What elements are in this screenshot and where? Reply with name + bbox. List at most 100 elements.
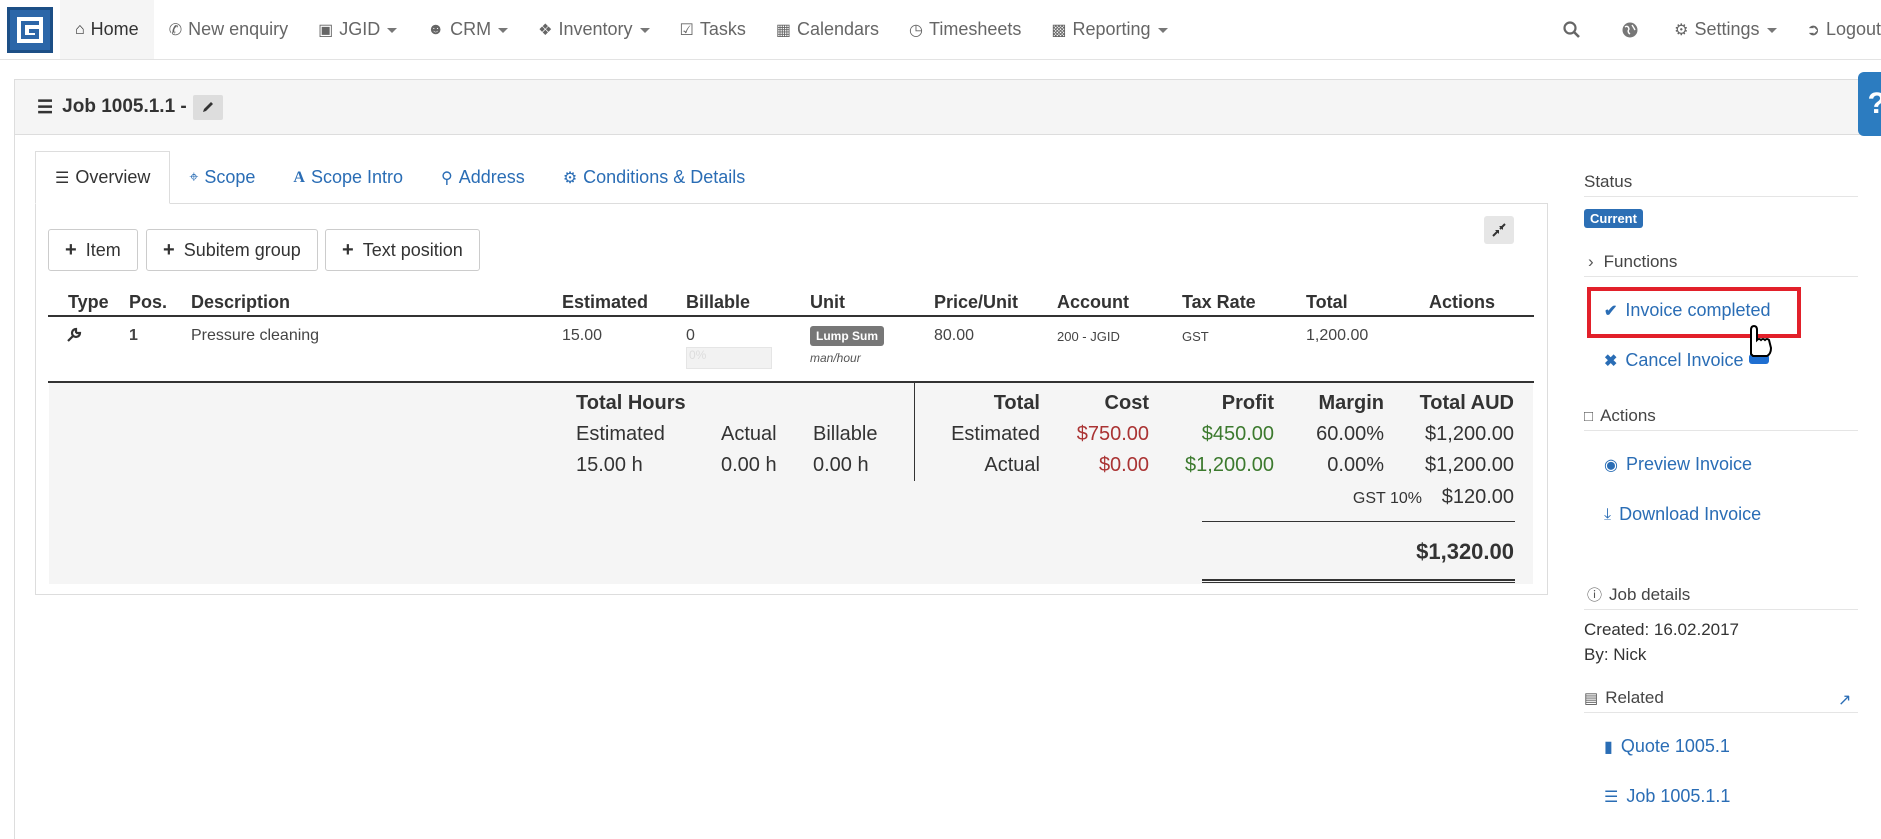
hours-label-actual: Actual	[721, 423, 777, 445]
col-billable: Billable	[686, 292, 751, 312]
nav-reporting[interactable]: ▩ Reporting	[1036, 0, 1182, 59]
grand-total-underline	[1202, 579, 1515, 583]
external-link-icon[interactable]: ↗	[1838, 690, 1851, 710]
caret-down-icon	[1766, 28, 1777, 33]
estimated-total-aud: $1,200.00	[1425, 423, 1514, 445]
cancel-invoice-link[interactable]: ✖ Cancel Invoice	[1604, 350, 1743, 371]
font-icon: A	[293, 168, 305, 186]
logo-icon	[17, 17, 43, 43]
estimated-margin: 60.00%	[1316, 423, 1384, 445]
tab-overview[interactable]: ☰ Overview	[35, 151, 171, 204]
list-ol-icon: ☰	[55, 169, 70, 187]
list-icon: ☰	[1604, 788, 1619, 806]
row-pos: 1	[129, 327, 138, 344]
jgid-icon: ▣	[318, 21, 334, 39]
row-estimated[interactable]: 15.00	[562, 327, 602, 345]
table-header-divider	[48, 315, 1534, 317]
add-text-position-button[interactable]: + Text position	[325, 229, 480, 271]
calendar-icon: ▦	[775, 21, 791, 39]
col-price-unit: Price/Unit	[934, 292, 1019, 312]
app-logo[interactable]	[0, 0, 60, 60]
tab-address[interactable]: ⚲ Address	[422, 151, 544, 204]
nav-crm[interactable]: ☻ CRM	[412, 0, 523, 59]
file-text-icon: ▤	[1584, 690, 1599, 707]
hours-label-billable: Billable	[813, 423, 878, 445]
nav-home[interactable]: ⌂ Home	[60, 0, 154, 59]
file-pdf-icon: □	[1584, 407, 1594, 425]
totals-header-total: Total	[993, 392, 1040, 414]
nav-logout[interactable]: ➲ Logout	[1792, 0, 1881, 59]
nav-tasks[interactable]: ☑ Tasks	[665, 0, 761, 59]
nav-jgid[interactable]: ▣ JGID	[303, 0, 412, 59]
tab-scope-intro[interactable]: A Scope Intro	[274, 151, 422, 204]
gear-icon: ⚙	[1674, 21, 1689, 39]
actual-row-label: Actual	[984, 454, 1040, 476]
totals-header-total-aud: Total AUD	[1419, 392, 1514, 414]
subtotal-divider	[1202, 521, 1515, 522]
nav-search[interactable]	[1543, 0, 1601, 59]
row-billable[interactable]: 0	[686, 327, 695, 345]
users-icon: ☻	[427, 20, 445, 38]
row-description[interactable]: Pressure cleaning	[191, 327, 319, 345]
billable-percent-input[interactable]: 0%	[686, 347, 772, 369]
caret-down-icon	[387, 28, 398, 33]
nav-inventory[interactable]: ❖ Inventory	[523, 0, 664, 59]
row-tax-rate[interactable]: GST	[1182, 329, 1209, 344]
chevron-right-icon: ›	[1588, 252, 1594, 271]
invoice-completed-link[interactable]: ✔ Invoice completed	[1604, 300, 1771, 321]
col-unit: Unit	[810, 292, 845, 312]
tab-scope[interactable]: ⌖ Scope	[170, 151, 274, 204]
status-heading: Status	[1584, 172, 1858, 197]
nav-new-enquiry[interactable]: ✆ New enquiry	[154, 0, 303, 59]
preview-invoice-link[interactable]: ◉ Preview Invoice	[1604, 454, 1752, 475]
add-item-button[interactable]: + Item	[48, 229, 138, 271]
bar-chart-icon: ▩	[1051, 21, 1067, 39]
download-invoice-link[interactable]: ⤓ Download Invoice	[1604, 504, 1761, 525]
functions-heading[interactable]: › Functions	[1584, 252, 1858, 277]
actual-cost: $0.00	[1098, 454, 1149, 476]
nav-calendars[interactable]: ▦ Calendars	[761, 0, 894, 59]
hours-value-billable: 0.00 h	[813, 454, 869, 476]
related-quote-link[interactable]: ▮ Quote 1005.1	[1604, 736, 1730, 757]
actual-profit: $1,200.00	[1185, 454, 1274, 476]
caret-down-icon	[1157, 28, 1168, 33]
home-icon: ⌂	[75, 20, 85, 38]
row-account[interactable]: 200 - JGID	[1057, 329, 1120, 344]
col-description: Description	[191, 292, 291, 312]
nav-timesheets[interactable]: ◷ Timesheets	[894, 0, 1036, 59]
col-type: Type	[68, 292, 109, 312]
row-price-unit[interactable]: 80.00	[934, 327, 974, 345]
sign-out-icon: ➲	[1806, 21, 1820, 39]
status-badge: Current	[1584, 209, 1643, 228]
hand-pointer-icon	[1749, 324, 1773, 364]
tab-conditions-details[interactable]: ⚙ Conditions & Details	[544, 151, 764, 204]
eye-icon: ◉	[1604, 456, 1618, 474]
estimated-cost: $750.00	[1076, 423, 1149, 445]
created-by: By: Nick	[1584, 645, 1647, 664]
hours-value-actual: 0.00 h	[721, 454, 777, 476]
help-tab[interactable]: ?	[1858, 72, 1881, 136]
grand-total: $1,320.00	[1416, 539, 1514, 564]
job-details-heading: ⓘ Job details	[1584, 584, 1858, 610]
nav-globe[interactable]	[1601, 0, 1659, 59]
compress-button[interactable]	[1484, 216, 1514, 244]
hours-label-estimated: Estimated	[576, 423, 665, 445]
download-icon: ⤓	[1604, 505, 1612, 523]
actual-total-aud: $1,200.00	[1425, 454, 1514, 476]
unit-badge: Lump Sum	[810, 326, 884, 346]
top-navbar: ⌂ Home ✆ New enquiry ▣ JGID ☻ CRM ❖ Inve…	[0, 0, 1881, 60]
col-tax-rate: Tax Rate	[1182, 292, 1256, 312]
estimated-profit: $450.00	[1201, 423, 1274, 445]
totals-header-profit: Profit	[1221, 392, 1274, 414]
related-job-link[interactable]: ☰ Job 1005.1.1	[1604, 786, 1730, 807]
totals-header-margin: Margin	[1318, 392, 1384, 414]
edit-title-button[interactable]	[192, 94, 223, 120]
crosshairs-icon: ⌖	[189, 168, 199, 186]
nav-settings[interactable]: ⚙ Settings	[1659, 0, 1791, 59]
add-subitem-group-button[interactable]: + Subitem group	[146, 229, 318, 271]
cubes-icon: ❖	[538, 21, 553, 39]
caret-down-icon	[639, 28, 650, 33]
actions-heading: □ Actions	[1584, 406, 1858, 431]
plus-icon: +	[342, 238, 354, 261]
col-actions: Actions	[1429, 292, 1496, 312]
